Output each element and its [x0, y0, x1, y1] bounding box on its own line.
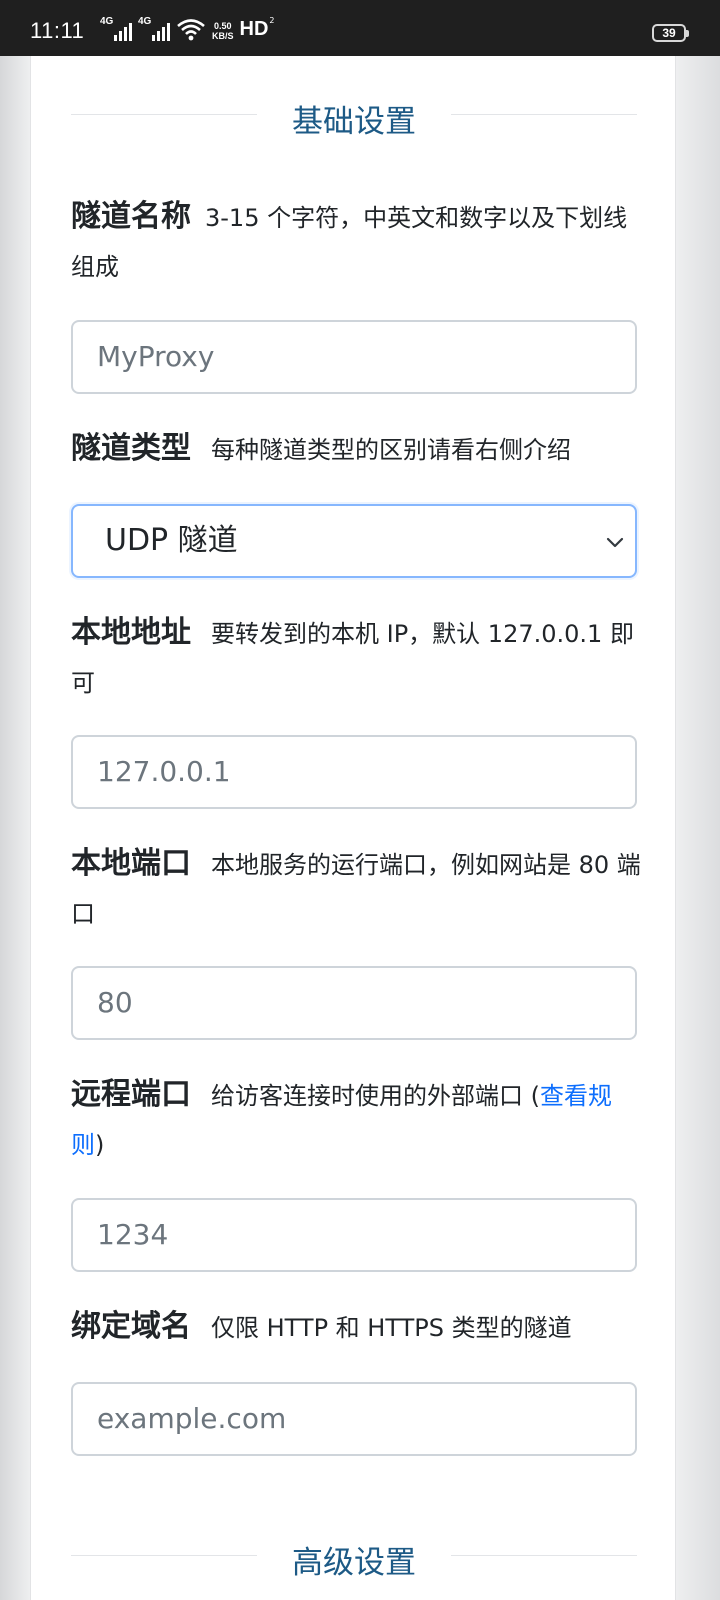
input-placeholder: MyProxy [97, 340, 215, 373]
tunnel-type-select[interactable]: UDP 隧道 [71, 504, 637, 578]
status-icons: 4G 4G 0.50 KB/S HD 2 [100, 17, 275, 41]
battery-level: 39 [662, 26, 676, 40]
divider [451, 114, 637, 115]
bind-domain-label-row: 绑定域名 仅限 HTTP 和 HTTPS 类型的隧道 [71, 1304, 641, 1354]
network-type-label: 4G [138, 16, 152, 27]
field-hint: 仅限 HTTP 和 HTTPS 类型的隧道 [211, 1314, 572, 1342]
local-port-input[interactable]: 80 [71, 966, 637, 1040]
battery-icon: 39 [652, 24, 689, 42]
field-label: 绑定域名 [71, 1309, 191, 1344]
field-label: 隧道类型 [71, 431, 191, 466]
status-time: 11:11 [30, 18, 85, 43]
section-title: 高级设置 [292, 1545, 416, 1581]
remote-port-input[interactable]: 1234 [71, 1198, 637, 1272]
input-placeholder: example.com [97, 1402, 287, 1435]
tunnel-type-label-row: 隧道类型 每种隧道类型的区别请看右侧介绍 [71, 426, 641, 476]
bind-domain-input[interactable]: example.com [71, 1382, 637, 1456]
field-hint-close: ) [95, 1131, 105, 1159]
wifi-icon [177, 19, 205, 41]
background-left [0, 56, 30, 1600]
field-hint: 每种隧道类型的区别请看右侧介绍 [211, 436, 571, 464]
local-address-input[interactable]: 127.0.0.1 [71, 735, 637, 809]
field-hint: 给访客连接时使用的外部端口 ( [211, 1082, 540, 1110]
divider [451, 1555, 637, 1556]
hd-icon: HD 2 [239, 16, 275, 41]
form-card: 基础设置 隧道名称 3-15 个字符，中英文和数字以及下划线组成 MyProxy … [30, 56, 676, 1600]
field-label: 本地地址 [71, 615, 191, 650]
input-placeholder: 127.0.0.1 [97, 755, 231, 788]
local-port-label-row: 本地端口 本地服务的运行端口，例如网站是 80 端口 [71, 841, 641, 940]
signal-icon: 4G [100, 17, 132, 41]
status-bar: 11:11 4G 4G 0.50 KB/S HD 2 39 [0, 0, 720, 56]
field-label: 远程端口 [71, 1077, 191, 1112]
network-type-label: 4G [100, 16, 114, 27]
signal-icon: 4G [138, 17, 170, 41]
input-placeholder: 80 [97, 986, 133, 1019]
field-label: 隧道名称 [71, 199, 191, 234]
background-right [676, 56, 720, 1600]
input-placeholder: 1234 [97, 1218, 169, 1251]
tunnel-name-input[interactable]: MyProxy [71, 320, 637, 394]
network-speed: 0.50 KB/S [212, 21, 234, 41]
field-label: 本地端口 [71, 846, 191, 881]
remote-port-label-row: 远程端口 给访客连接时使用的外部端口 (查看规则) [71, 1072, 641, 1171]
select-value: UDP 隧道 [105, 523, 238, 558]
section-header-basic: 基础设置 [71, 89, 637, 140]
tunnel-name-label-row: 隧道名称 3-15 个字符，中英文和数字以及下划线组成 [71, 194, 641, 293]
section-title: 基础设置 [292, 104, 416, 140]
section-header-advanced: 高级设置 [71, 1530, 637, 1581]
chevron-down-icon [606, 537, 624, 548]
local-address-label-row: 本地地址 要转发到的本机 IP，默认 127.0.0.1 即可 [71, 610, 641, 709]
